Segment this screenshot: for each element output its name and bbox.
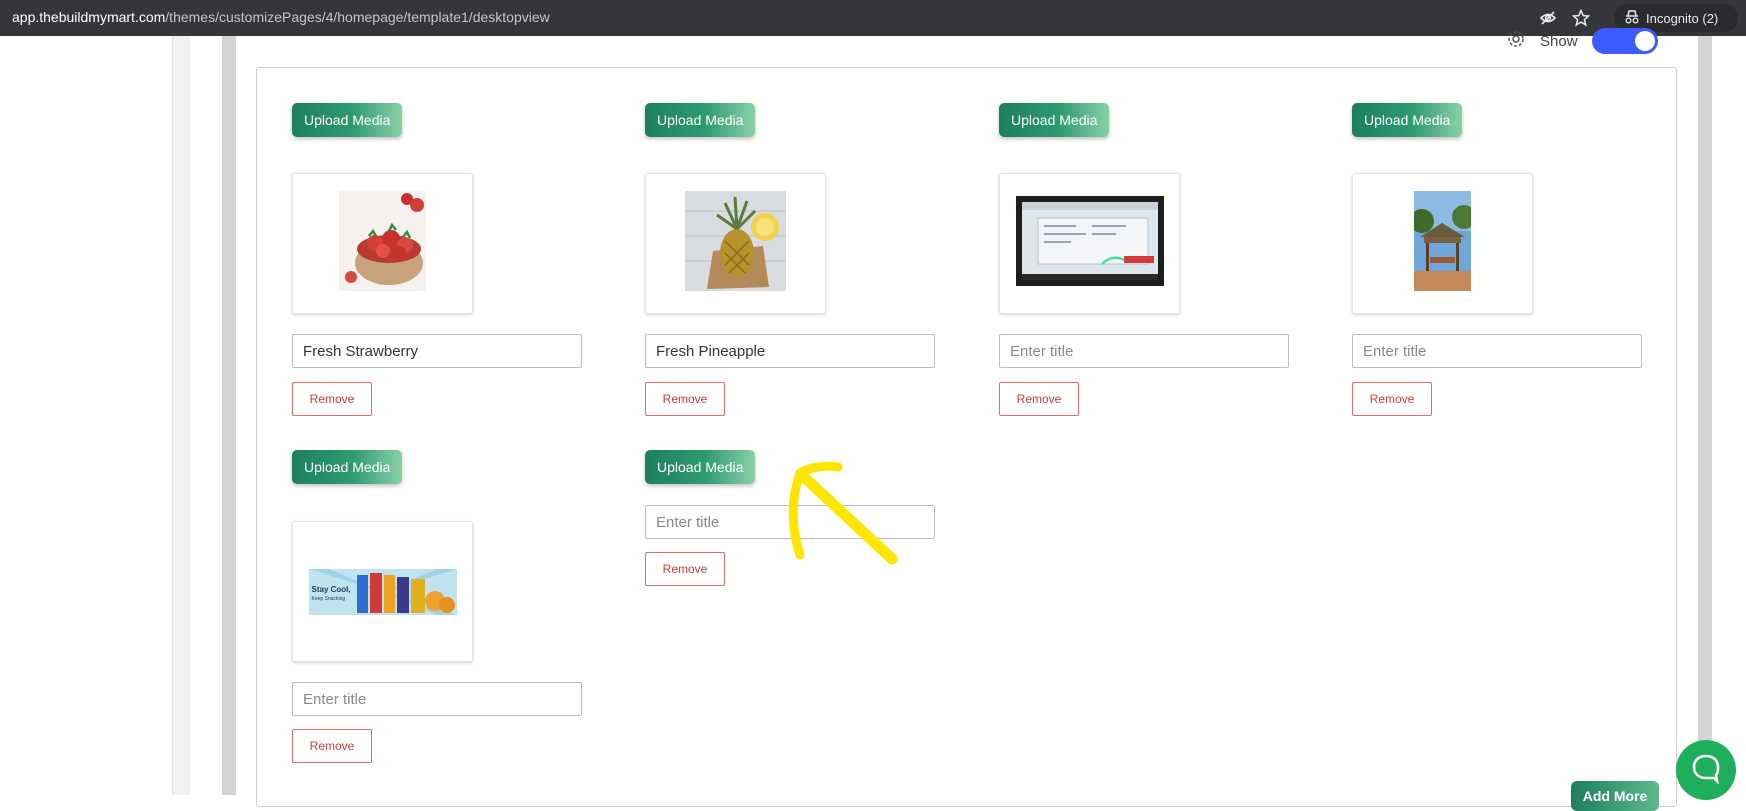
toggle-knob xyxy=(1634,31,1655,51)
upload-media-button[interactable]: Upload Media xyxy=(645,450,756,484)
media-thumbnail: Stay Cool, Keep Snacking xyxy=(292,521,473,662)
upload-media-button[interactable]: Upload Media xyxy=(292,450,403,484)
incognito-icon xyxy=(1624,9,1640,27)
banner-text-2: Keep Snacking xyxy=(311,595,346,602)
browser-address-bar: app.thebuildmymart.com/themes/customizeP… xyxy=(0,0,1746,36)
annotation-arrow-icon xyxy=(780,455,910,570)
visibility-control: Show xyxy=(1506,28,1658,54)
remove-button[interactable]: Remove xyxy=(999,382,1079,416)
title-input[interactable] xyxy=(292,682,582,716)
pineapple-image xyxy=(685,191,786,296)
eye-off-icon[interactable] xyxy=(1537,7,1559,29)
title-input[interactable] xyxy=(999,334,1289,368)
remove-button[interactable]: Remove xyxy=(292,382,372,416)
snacks-banner-image: Stay Cool, Keep Snacking xyxy=(308,568,457,615)
add-more-button[interactable]: Add More xyxy=(1571,781,1659,811)
media-thumbnail xyxy=(645,173,826,314)
remove-button[interactable]: Remove xyxy=(645,552,725,586)
strawberry-bowl-image xyxy=(339,191,426,296)
url-host: app.thebuildmymart.com xyxy=(12,9,166,25)
remove-button[interactable]: Remove xyxy=(645,382,725,416)
chat-widget-button[interactable] xyxy=(1676,740,1736,800)
chat-bubble-icon xyxy=(1690,752,1722,789)
media-thumbnail xyxy=(292,173,473,314)
page-left-area xyxy=(0,36,172,795)
remove-button[interactable]: Remove xyxy=(292,729,372,763)
banner-text-1: Stay Cool, xyxy=(311,584,351,594)
monitor-screenshot-image xyxy=(1015,196,1164,291)
upload-media-button[interactable]: Upload Media xyxy=(292,103,403,137)
upload-media-button[interactable]: Upload Media xyxy=(999,103,1110,137)
url-path: /themes/customizePages/4/homepage/templa… xyxy=(165,9,550,25)
remove-button[interactable]: Remove xyxy=(1352,382,1432,416)
title-input[interactable] xyxy=(292,334,582,368)
bookmark-star-icon[interactable] xyxy=(1570,7,1592,29)
incognito-label: Incognito (2) xyxy=(1646,10,1719,26)
upload-media-button[interactable]: Upload Media xyxy=(645,103,756,137)
settings-gear-icon[interactable] xyxy=(1506,29,1526,54)
title-input[interactable] xyxy=(1352,334,1642,368)
media-thumbnail xyxy=(999,173,1180,314)
url-text[interactable]: app.thebuildmymart.com/themes/customizeP… xyxy=(12,9,550,25)
upload-media-button[interactable]: Upload Media xyxy=(1352,103,1463,137)
show-toggle[interactable] xyxy=(1591,28,1658,54)
show-label: Show xyxy=(1540,32,1578,50)
sidebar-edge xyxy=(172,36,190,795)
gazebo-photo-image xyxy=(1410,191,1476,296)
title-input[interactable] xyxy=(645,334,935,368)
media-thumbnail xyxy=(1352,173,1533,314)
